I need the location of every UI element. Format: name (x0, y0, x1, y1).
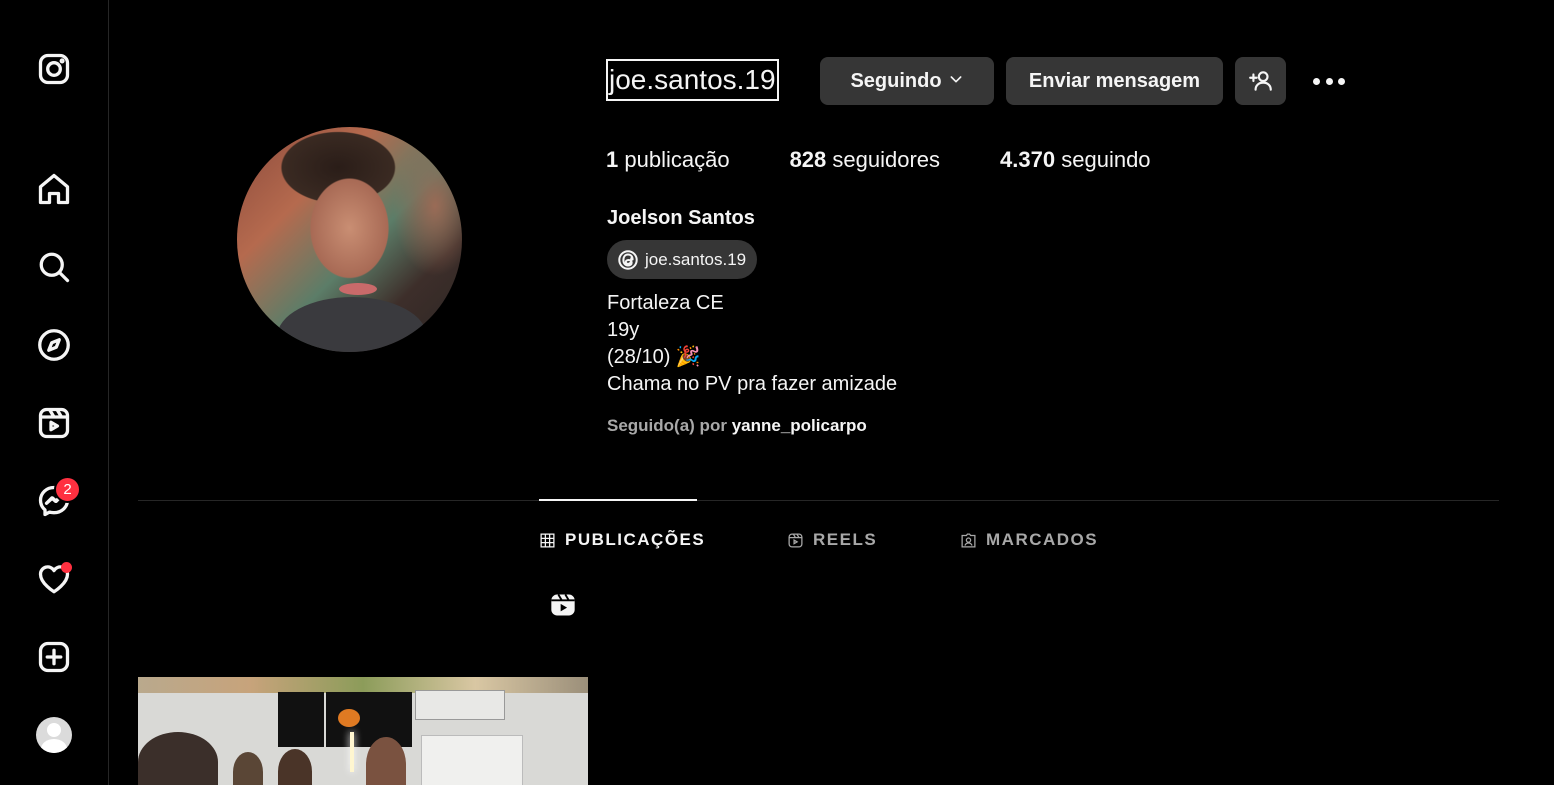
tab-reels[interactable]: REELS (787, 528, 877, 552)
profile-username[interactable]: joe.santos.19 (605, 58, 780, 102)
sidebar: 2 (0, 0, 109, 785)
followers-label: seguidores (832, 147, 941, 172)
suggested-users-button[interactable] (1235, 57, 1286, 105)
post-thumbnail[interactable] (138, 677, 588, 785)
followed-by-prefix: Seguido(a) por (607, 416, 727, 435)
notification-dot (61, 562, 72, 573)
profile-full-name: Joelson Santos (607, 207, 755, 229)
reels-icon[interactable] (35, 404, 73, 442)
bio-line: 19y (607, 319, 640, 341)
following-button-label: Seguindo (850, 69, 942, 92)
reel-badge-icon (549, 591, 577, 619)
home-icon[interactable] (35, 170, 73, 208)
tab-posts-label: PUBLICAÇÕES (565, 530, 706, 549)
tabs-divider (138, 500, 1499, 501)
post-image-element (421, 735, 523, 785)
tab-posts[interactable]: PUBLICAÇÕES (539, 528, 705, 552)
chevron-down-icon (948, 70, 964, 93)
profile-stats: 1 publicação 828 seguidores 4.370 seguin… (606, 147, 1211, 173)
add-person-icon (1248, 71, 1272, 91)
post-image-element (415, 690, 505, 720)
active-tab-indicator (539, 499, 697, 501)
following-label: seguindo (1061, 147, 1151, 172)
avatar[interactable] (36, 717, 72, 753)
instagram-icon[interactable] (35, 50, 73, 88)
more-options-icon[interactable] (1309, 66, 1349, 96)
threads-link[interactable]: joe.santos.19 (607, 240, 758, 279)
following-count: 4.370 (1000, 147, 1056, 172)
posts-count: 1 (606, 147, 619, 172)
bio-line: Fortaleza CE (607, 292, 724, 314)
followers-count: 828 (789, 147, 827, 172)
post-image-person (278, 749, 312, 785)
profile-picture-shirt (277, 297, 427, 352)
followed-by-user[interactable]: yanne_policarpo (732, 416, 867, 435)
grid-icon (540, 532, 555, 548)
search-icon[interactable] (35, 248, 73, 286)
tagged-icon (961, 532, 976, 548)
threads-handle: joe.santos.19 (645, 249, 747, 269)
posts-label: publicação (624, 147, 730, 172)
posts-stat: 1 publicação (606, 147, 730, 173)
tab-reels-label: REELS (813, 530, 878, 549)
bio-line: (28/10) 🎉 (607, 346, 701, 368)
send-message-button[interactable]: Enviar mensagem (1006, 57, 1223, 105)
post-image-person (138, 732, 218, 785)
plus-square-icon[interactable] (35, 638, 73, 676)
post-image-person (233, 752, 263, 785)
post-image-person (366, 737, 406, 785)
reels-icon (788, 532, 803, 548)
followed-by: Seguido(a) por yanne_policarpo (607, 416, 867, 436)
threads-icon (617, 249, 639, 271)
followers-stat[interactable]: 828 seguidores (790, 147, 940, 173)
post-image-sparkler (350, 732, 354, 772)
bio-line: Chama no PV pra fazer amizade (607, 373, 898, 395)
tab-tagged-label: MARCADOS (986, 530, 1099, 549)
profile-picture-detail (339, 283, 377, 295)
tab-tagged[interactable]: MARCADOS (960, 528, 1098, 552)
post-image-shelf (138, 677, 588, 693)
following-button[interactable]: Seguindo (820, 57, 994, 105)
profile-picture[interactable] (237, 127, 462, 352)
profile-bio: Fortaleza CE 19y (28/10) 🎉 Chama no PV p… (607, 290, 897, 398)
post-image-element (278, 692, 324, 747)
post-image-element (338, 709, 360, 727)
following-stat[interactable]: 4.370 seguindo (1000, 147, 1151, 173)
messages-badge: 2 (54, 476, 81, 503)
compass-icon[interactable] (35, 326, 73, 364)
